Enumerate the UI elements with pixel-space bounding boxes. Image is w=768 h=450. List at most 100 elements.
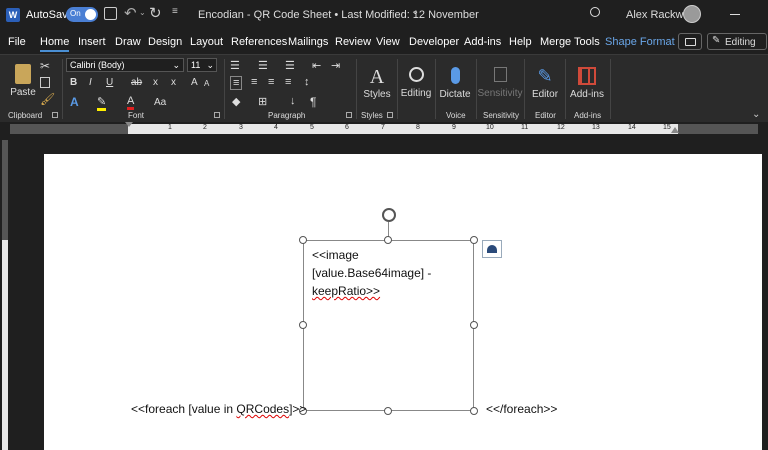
redo-icon[interactable]: ↻ (149, 4, 162, 22)
sort-icon[interactable]: ↓ (290, 95, 296, 107)
editor-label: Editor (531, 89, 559, 100)
foreach-end-text[interactable]: <</foreach>> (486, 400, 557, 418)
group-label-font: Font (128, 111, 145, 120)
shrink-font-icon[interactable]: A (204, 79, 209, 88)
grow-font-icon[interactable]: A (191, 77, 198, 88)
editor-button[interactable]: ✎ Editor (529, 59, 561, 107)
title-chevron-icon[interactable]: ⌄ (411, 6, 419, 17)
autosave-toggle[interactable]: On (66, 7, 98, 22)
comments-button[interactable] (678, 33, 702, 50)
tab-file[interactable]: File (8, 36, 26, 48)
image-tag-line: keepRatio>> (312, 284, 381, 298)
search-icon[interactable] (590, 7, 600, 17)
tab-add-ins[interactable]: Add-ins (464, 36, 501, 48)
collapse-ribbon-icon[interactable]: ⌄ (752, 109, 760, 120)
multilevel-list-icon[interactable]: ☰ (285, 59, 295, 72)
paste-button[interactable]: Paste (8, 59, 38, 103)
bullets-icon[interactable]: ☰ (230, 59, 240, 72)
bold-button[interactable]: B (70, 77, 77, 88)
align-center-icon[interactable]: ≡ (251, 76, 257, 88)
borders-icon[interactable]: ⊞ (258, 95, 267, 108)
align-right-icon[interactable]: ≡ (268, 76, 274, 88)
dialog-launcher-icon[interactable] (346, 112, 352, 118)
resize-handle[interactable] (299, 321, 307, 329)
sensitivity-button[interactable]: Sensitivity (478, 59, 523, 107)
tab-merge-tools[interactable]: Merge Tools (540, 36, 600, 48)
ruler-number: 9 (452, 124, 456, 131)
separator (565, 59, 566, 119)
group-label-clipboard: Clipboard (8, 111, 43, 120)
decrease-indent-icon[interactable]: ⇤ (312, 59, 321, 72)
font-color-button[interactable]: A (127, 95, 135, 110)
microphone-icon (450, 66, 460, 84)
shading-icon[interactable]: ◆ (232, 95, 240, 108)
foreach-open-text[interactable]: <<foreach [value in QRCodes]>> (131, 400, 306, 418)
strikethrough-button[interactable]: ab (131, 77, 142, 88)
resize-handle[interactable] (470, 407, 478, 415)
pencil-icon: ✎ (712, 35, 721, 46)
resize-handle[interactable] (299, 236, 307, 244)
italic-button[interactable]: I (89, 77, 92, 88)
resize-handle[interactable] (470, 236, 478, 244)
horizontal-ruler: 1 2 3 4 5 6 7 8 9 10 11 12 13 14 15 (0, 122, 768, 136)
document-title[interactable]: Encodian - QR Code Sheet • Last Modified… (198, 9, 479, 21)
image-tag-line: [value.Base64image] - (312, 266, 432, 280)
tab-view[interactable]: View (376, 36, 400, 48)
styles-button[interactable]: A Styles (361, 59, 393, 107)
underline-button[interactable]: U (106, 77, 113, 88)
tab-review[interactable]: Review (335, 36, 371, 48)
tab-developer[interactable]: Developer (409, 36, 459, 48)
tab-insert[interactable]: Insert (78, 36, 106, 48)
tab-references[interactable]: References (231, 36, 287, 48)
indent-marker[interactable] (125, 122, 133, 127)
right-indent-marker[interactable] (671, 127, 679, 133)
tab-shape-format[interactable]: Shape Format (605, 36, 675, 48)
subscript-button[interactable]: x (153, 77, 158, 88)
line-spacing-icon[interactable]: ↕ (304, 76, 310, 88)
group-label-styles: Styles (361, 111, 383, 120)
addins-button[interactable]: Add-ins (569, 59, 605, 107)
increase-indent-icon[interactable]: ⇥ (331, 59, 340, 72)
save-icon[interactable] (104, 7, 117, 20)
show-formatting-icon[interactable]: ¶ (310, 95, 316, 109)
dialog-launcher-icon[interactable] (52, 112, 58, 118)
resize-handle[interactable] (384, 236, 392, 244)
resize-handle[interactable] (470, 321, 478, 329)
tab-layout[interactable]: Layout (190, 36, 223, 48)
font-name-select[interactable]: Calibri (Body) ⌄ (66, 58, 184, 72)
editing-button[interactable]: Editing (401, 59, 431, 107)
cut-icon[interactable]: ✂ (40, 59, 50, 73)
justify-icon[interactable]: ≡ (285, 76, 291, 88)
tab-help[interactable]: Help (509, 36, 532, 48)
dialog-launcher-icon[interactable] (214, 112, 220, 118)
text-effects-icon[interactable]: A (70, 95, 79, 109)
avatar[interactable] (683, 5, 701, 23)
copy-icon[interactable] (40, 77, 50, 88)
tab-draw[interactable]: Draw (115, 36, 141, 48)
autosave-state: On (70, 9, 81, 18)
dictate-button[interactable]: Dictate (439, 59, 471, 107)
image-tag-text[interactable]: <<image [value.Base64image] - keepRatio>… (312, 246, 431, 300)
separator (356, 59, 357, 119)
customize-toolbar-icon[interactable]: ≡ (172, 6, 178, 17)
editing-mode-button[interactable]: ✎ Editing (707, 33, 767, 50)
align-left-icon[interactable]: ≡ (230, 76, 243, 90)
tab-mailings[interactable]: Mailings (288, 36, 328, 48)
minimize-icon[interactable] (730, 14, 740, 15)
tab-home[interactable]: Home (40, 36, 70, 52)
rotate-handle-icon[interactable] (382, 208, 396, 222)
highlight-icon[interactable]: ✎ (97, 95, 107, 111)
dialog-launcher-icon[interactable] (387, 112, 393, 118)
format-painter-icon[interactable]: 🖌 (40, 92, 55, 106)
undo-icon[interactable]: ↶ (124, 4, 137, 22)
resize-handle[interactable] (384, 407, 392, 415)
font-size-select[interactable]: 11 ⌄ (187, 58, 217, 72)
layout-options-button[interactable] (482, 240, 502, 258)
tab-design[interactable]: Design (148, 36, 182, 48)
separator (524, 59, 525, 119)
numbering-icon[interactable]: ☰ (258, 59, 268, 72)
undo-dropdown-icon[interactable]: ⌄ (139, 8, 146, 17)
change-case-button[interactable]: Aa (154, 97, 166, 108)
title-bar: W AutoSave On ↶ ⌄ ↻ ≡ Encodian - QR Code… (0, 0, 768, 30)
superscript-button[interactable]: x (171, 77, 176, 88)
